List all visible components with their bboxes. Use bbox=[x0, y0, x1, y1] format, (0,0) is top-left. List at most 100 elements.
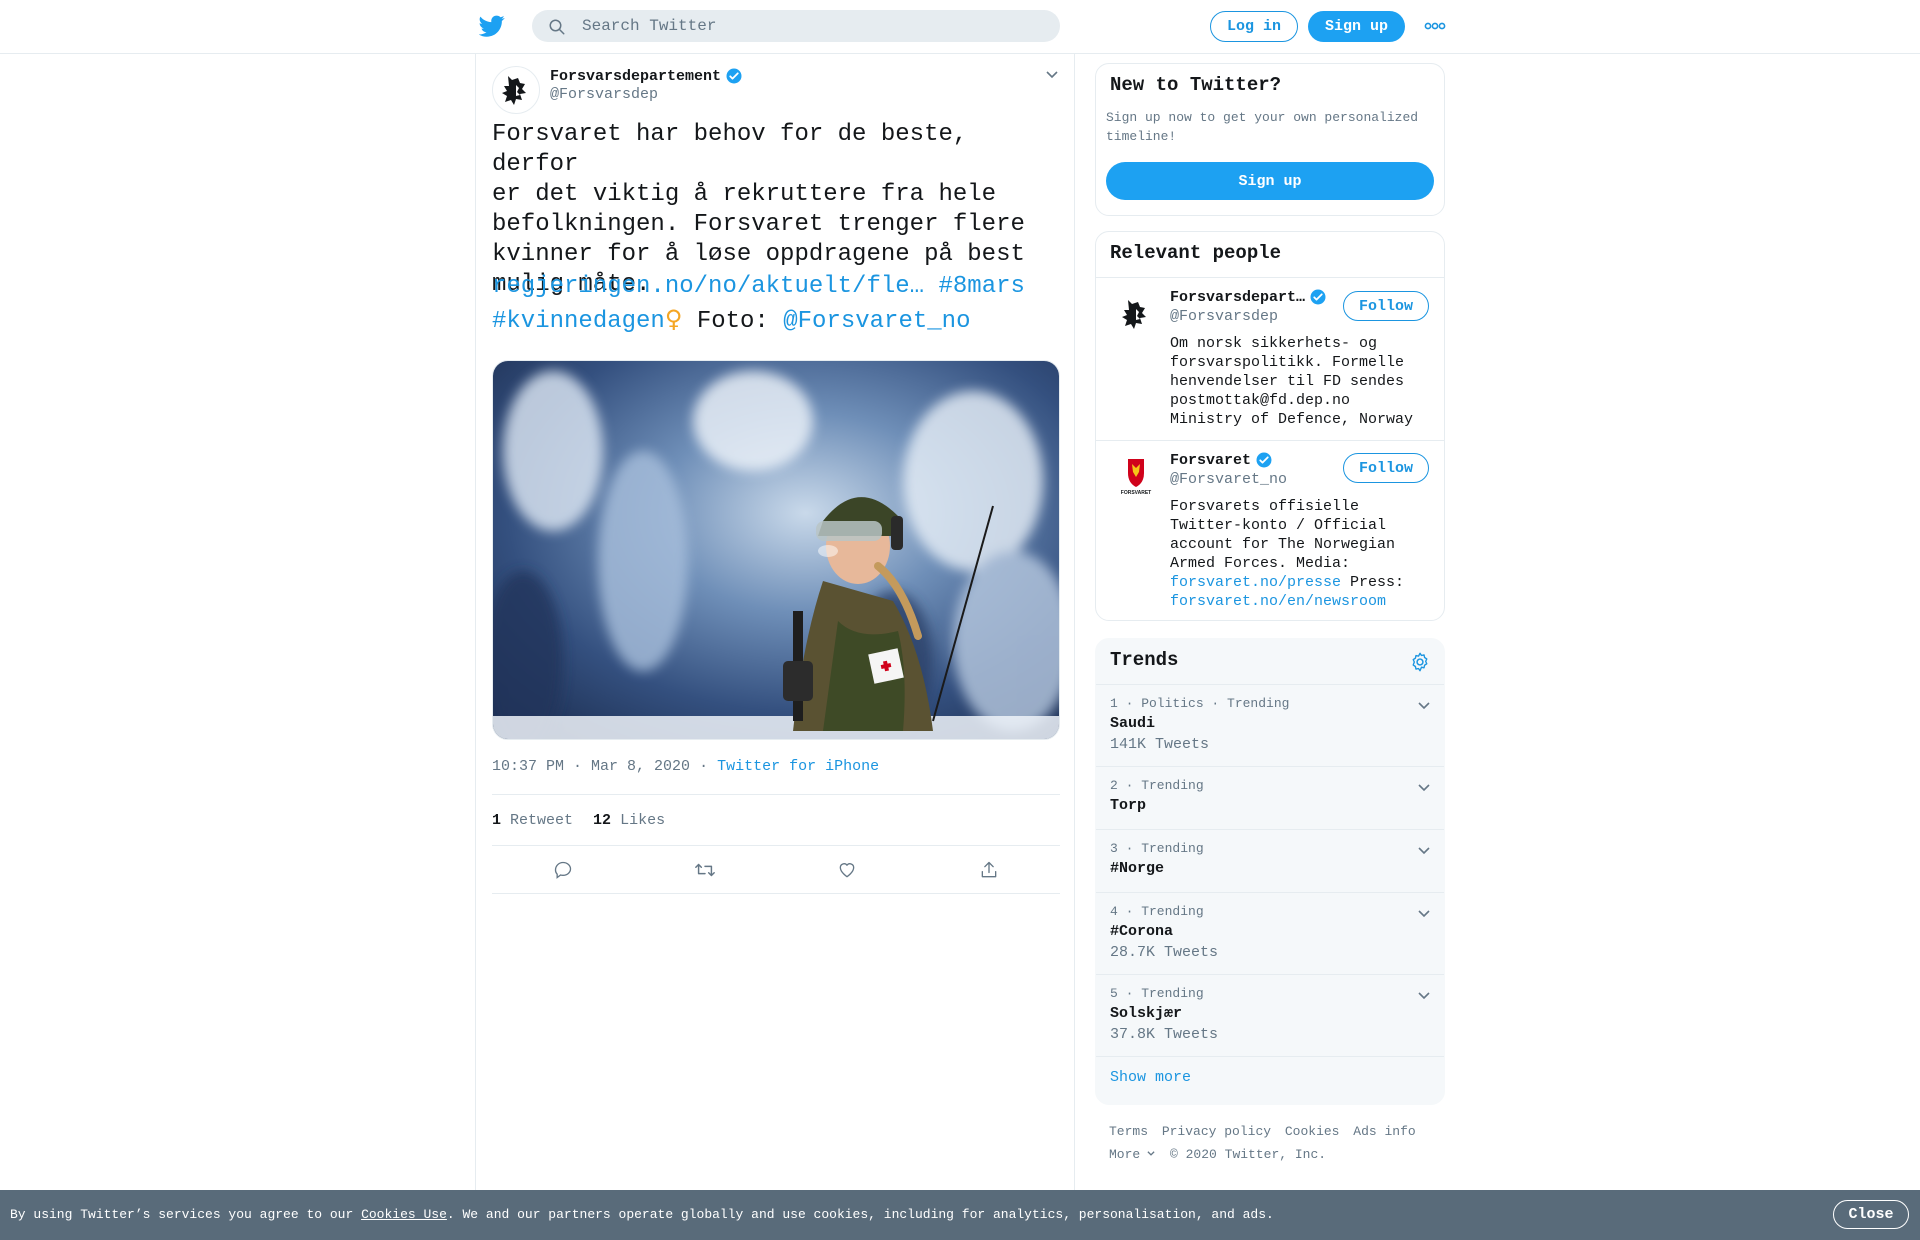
twitter-bird-icon[interactable] bbox=[479, 13, 505, 39]
tweet-photo[interactable] bbox=[492, 360, 1060, 740]
bio-line: postmottak@fd.dep.no bbox=[1170, 392, 1351, 409]
trend-name: Solskjær bbox=[1110, 1005, 1183, 1022]
chevron-down-icon[interactable] bbox=[1416, 842, 1432, 858]
hashtag-link[interactable]: #kvinnedagen bbox=[492, 308, 665, 335]
share-icon bbox=[981, 861, 997, 877]
footer-terms-link[interactable]: Terms bbox=[1109, 1124, 1148, 1139]
panel-title: Trends bbox=[1110, 649, 1179, 671]
cookie-text: By using Twitter’s services you agree to… bbox=[10, 1207, 1274, 1222]
like-button[interactable] bbox=[827, 850, 867, 890]
person-handle[interactable]: @Forsvarsdep bbox=[1170, 308, 1278, 325]
person-handle[interactable]: @Forsvaret_no bbox=[1170, 471, 1287, 488]
close-button[interactable]: Close bbox=[1833, 1200, 1909, 1229]
tweet-detail-column: Forsvarsdepartement @Forsvarsdep Forsvar… bbox=[475, 54, 1075, 1240]
mention-link[interactable]: @Forsvaret_no bbox=[783, 308, 970, 335]
retweet-label: Retweet bbox=[510, 811, 574, 829]
tweet-metadata: 10:37 PM · Mar 8, 2020 · Twitter for iPh… bbox=[492, 758, 879, 775]
login-button[interactable]: Log in bbox=[1210, 11, 1298, 42]
trend-item[interactable]: 5 · Trending Solskjær 37.8K Tweets bbox=[1096, 974, 1444, 1056]
sidebar-signup-button[interactable]: Sign up bbox=[1106, 162, 1434, 200]
footer-more-label: More bbox=[1109, 1147, 1141, 1162]
retweet-button[interactable] bbox=[685, 850, 725, 890]
trend-item[interactable]: 4 · Trending #Corona 28.7K Tweets bbox=[1096, 892, 1444, 974]
footer-privacy-link[interactable]: Privacy policy bbox=[1162, 1124, 1271, 1139]
person-name[interactable]: Forsvarsdepart… bbox=[1170, 288, 1327, 306]
gear-icon[interactable] bbox=[1409, 651, 1431, 673]
divider bbox=[1096, 277, 1444, 278]
chevron-down-icon[interactable] bbox=[1416, 987, 1432, 1003]
trend-count: 28.7K Tweets bbox=[1110, 944, 1219, 961]
person-name-text: Forsvaret bbox=[1170, 451, 1252, 469]
bio-line: Armed Forces. Media: bbox=[1170, 555, 1351, 572]
avatar-caption: FORSVARET bbox=[1121, 490, 1151, 496]
footer-ads-link[interactable]: Ads info bbox=[1353, 1124, 1415, 1139]
tweet-url-link[interactable]: regjeringen.no/no/aktuelt/fle… bbox=[492, 273, 924, 300]
reply-icon bbox=[554, 861, 572, 879]
bio-line: forsvaret.no/presse Press: bbox=[1170, 573, 1430, 592]
tweet-text-line: er det viktig å rekruttere fra hele bbox=[492, 181, 997, 208]
follow-button[interactable]: Follow bbox=[1343, 291, 1429, 321]
chevron-down-icon[interactable] bbox=[1044, 66, 1060, 82]
tweet-source-link[interactable]: Twitter for iPhone bbox=[717, 758, 879, 775]
author-name[interactable]: Forsvarsdepartement bbox=[550, 67, 743, 85]
follow-button[interactable]: Follow bbox=[1343, 453, 1429, 483]
cookie-text-after: . We and our partners operate globally a… bbox=[446, 1207, 1274, 1222]
likes-label: Likes bbox=[620, 811, 666, 829]
chevron-down-icon[interactable] bbox=[1416, 905, 1432, 921]
trend-meta: 2 · Trending bbox=[1110, 778, 1204, 793]
likes-stat[interactable]: 12 Likes bbox=[593, 812, 665, 829]
trend-meta: 5 · Trending bbox=[1110, 986, 1204, 1001]
tweet-links: regjeringen.no/no/aktuelt/fle… #8mars #k… bbox=[492, 270, 1062, 338]
bio-line: forsvaret.no/en/newsroom bbox=[1170, 592, 1430, 611]
bio-line: Forsvarets offisielle bbox=[1170, 498, 1360, 515]
share-button[interactable] bbox=[969, 850, 1009, 890]
panel-subtitle: Sign up now to get your own personalized… bbox=[1106, 110, 1419, 144]
chevron-down-icon[interactable] bbox=[1416, 779, 1432, 795]
author-name-text: Forsvarsdepartement bbox=[550, 67, 722, 85]
relevant-people-panel: Relevant people Forsvarsdepart… @Forsvar… bbox=[1095, 231, 1445, 621]
hashtag-link[interactable]: #8mars bbox=[938, 273, 1024, 300]
person-avatar[interactable] bbox=[1112, 290, 1160, 338]
retweet-icon bbox=[695, 863, 715, 876]
cookies-use-link[interactable]: Cookies Use bbox=[361, 1207, 447, 1222]
search-box[interactable] bbox=[532, 10, 1060, 42]
footer-more-button[interactable]: More bbox=[1109, 1147, 1156, 1162]
chevron-down-icon[interactable] bbox=[1416, 697, 1432, 713]
cookie-consent-bar: By using Twitter’s services you agree to… bbox=[0, 1190, 1920, 1240]
person-name-text: Forsvarsdepart… bbox=[1170, 288, 1306, 306]
reply-button[interactable] bbox=[543, 850, 583, 890]
likes-count: 12 bbox=[593, 811, 612, 829]
meta-separator: · bbox=[699, 758, 709, 775]
signup-button[interactable]: Sign up bbox=[1308, 11, 1405, 42]
heart-icon bbox=[839, 862, 855, 877]
bio-link[interactable]: forsvaret.no/presse bbox=[1170, 574, 1341, 591]
tweet-stats: 1 Retweet 12 Likes bbox=[492, 794, 1060, 846]
bio-line: Om norsk sikkerhets- og bbox=[1170, 335, 1378, 352]
more-icon[interactable] bbox=[1424, 19, 1446, 33]
person-name[interactable]: Forsvaret bbox=[1170, 451, 1273, 469]
trend-item[interactable]: 3 · Trending #Norge bbox=[1096, 829, 1444, 892]
search-icon bbox=[549, 19, 565, 35]
trend-name: Torp bbox=[1110, 797, 1147, 814]
author-avatar[interactable] bbox=[492, 66, 540, 114]
retweet-stat[interactable]: 1 Retweet bbox=[492, 812, 573, 829]
person-bio: Forsvarets offisielle Twitter-konto / Of… bbox=[1170, 497, 1430, 611]
trend-item[interactable]: 1 · Politics · Trending Saudi 141K Tweet… bbox=[1096, 684, 1444, 766]
forsvaret-crest-icon: FORSVARET bbox=[1121, 459, 1151, 496]
search-input[interactable] bbox=[582, 10, 1042, 42]
cookie-text-before: By using Twitter’s services you agree to… bbox=[10, 1207, 362, 1222]
verified-badge-icon bbox=[1256, 452, 1272, 468]
trend-item[interactable]: 2 · Trending Torp bbox=[1096, 766, 1444, 829]
trend-meta: 3 · Trending bbox=[1110, 841, 1204, 856]
person-avatar[interactable]: FORSVARET bbox=[1112, 451, 1160, 499]
bio-text: Press: bbox=[1350, 574, 1405, 591]
trend-name: #Norge bbox=[1110, 860, 1165, 877]
tweet-text-line: kvinner for å løse oppdragene på best bbox=[492, 241, 1025, 268]
bio-link[interactable]: forsvaret.no/en/newsroom bbox=[1170, 593, 1386, 610]
show-more-link[interactable]: Show more bbox=[1110, 1069, 1191, 1086]
bio-line: henvendelser til FD sendes bbox=[1170, 373, 1405, 390]
author-handle[interactable]: @Forsvarsdep bbox=[550, 86, 658, 103]
footer-cookies-link[interactable]: Cookies bbox=[1285, 1124, 1340, 1139]
tweet-timestamp[interactable]: 10:37 PM · Mar 8, 2020 bbox=[492, 758, 690, 775]
verified-badge-icon bbox=[1310, 289, 1326, 305]
